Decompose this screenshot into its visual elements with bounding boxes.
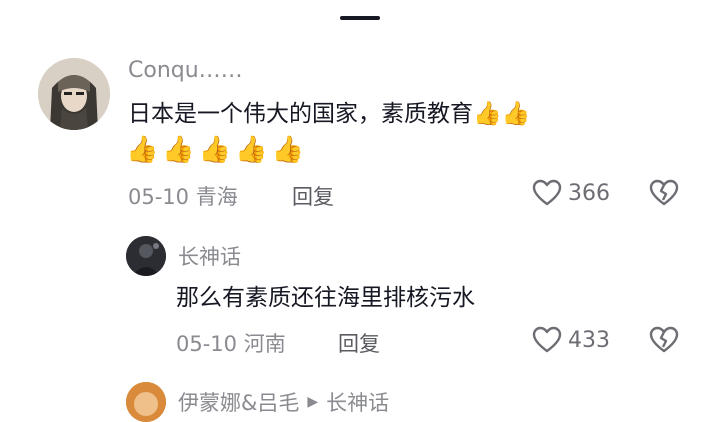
thumbs-up-emoji: 👍 bbox=[162, 135, 195, 165]
comment-meta: 05-10 河南 bbox=[176, 332, 286, 356]
thumbs-up-emoji: 👍 bbox=[271, 135, 304, 165]
like-button[interactable]: 433 bbox=[532, 326, 610, 354]
heart-icon bbox=[532, 326, 562, 353]
thumbs-up-emoji: 👍 bbox=[235, 135, 268, 165]
avatar[interactable] bbox=[126, 236, 166, 276]
like-count: 366 bbox=[568, 180, 610, 206]
comment-text: 那么有素质还往海里排核污水 bbox=[176, 285, 475, 311]
comment-username[interactable]: 伊蒙娜&吕毛 bbox=[178, 387, 299, 417]
comment-text: 日本是一个伟大的国家，素质教育👍👍 bbox=[128, 101, 531, 127]
like-button[interactable]: 366 bbox=[532, 179, 610, 207]
broken-heart-icon bbox=[649, 179, 679, 206]
reply-button[interactable]: 回复 bbox=[292, 181, 334, 211]
comment-meta: 05-10 青海 bbox=[128, 185, 238, 209]
comment-username-row: 伊蒙娜&吕毛 ▶ 长神话 bbox=[178, 387, 389, 417]
reply-to-username[interactable]: 长神话 bbox=[326, 387, 389, 417]
thumbs-emoji-row: 👍 👍 👍 👍 👍 bbox=[126, 134, 304, 166]
reply-arrow-icon: ▶ bbox=[307, 394, 319, 410]
thumbs-up-emoji: 👍 bbox=[198, 135, 232, 165]
reply-button[interactable]: 回复 bbox=[338, 328, 380, 358]
like-count: 433 bbox=[568, 327, 610, 353]
comment-username[interactable]: 长神话 bbox=[178, 241, 241, 271]
comment-username[interactable]: Conqu…… bbox=[128, 58, 243, 83]
heart-icon bbox=[532, 179, 562, 206]
avatar[interactable] bbox=[38, 58, 110, 130]
dislike-button[interactable] bbox=[648, 179, 680, 211]
drag-handle[interactable] bbox=[340, 16, 380, 20]
dislike-button[interactable] bbox=[648, 326, 680, 358]
broken-heart-icon bbox=[649, 326, 679, 353]
avatar[interactable] bbox=[126, 382, 166, 422]
thumbs-up-emoji: 👍 bbox=[126, 135, 159, 165]
